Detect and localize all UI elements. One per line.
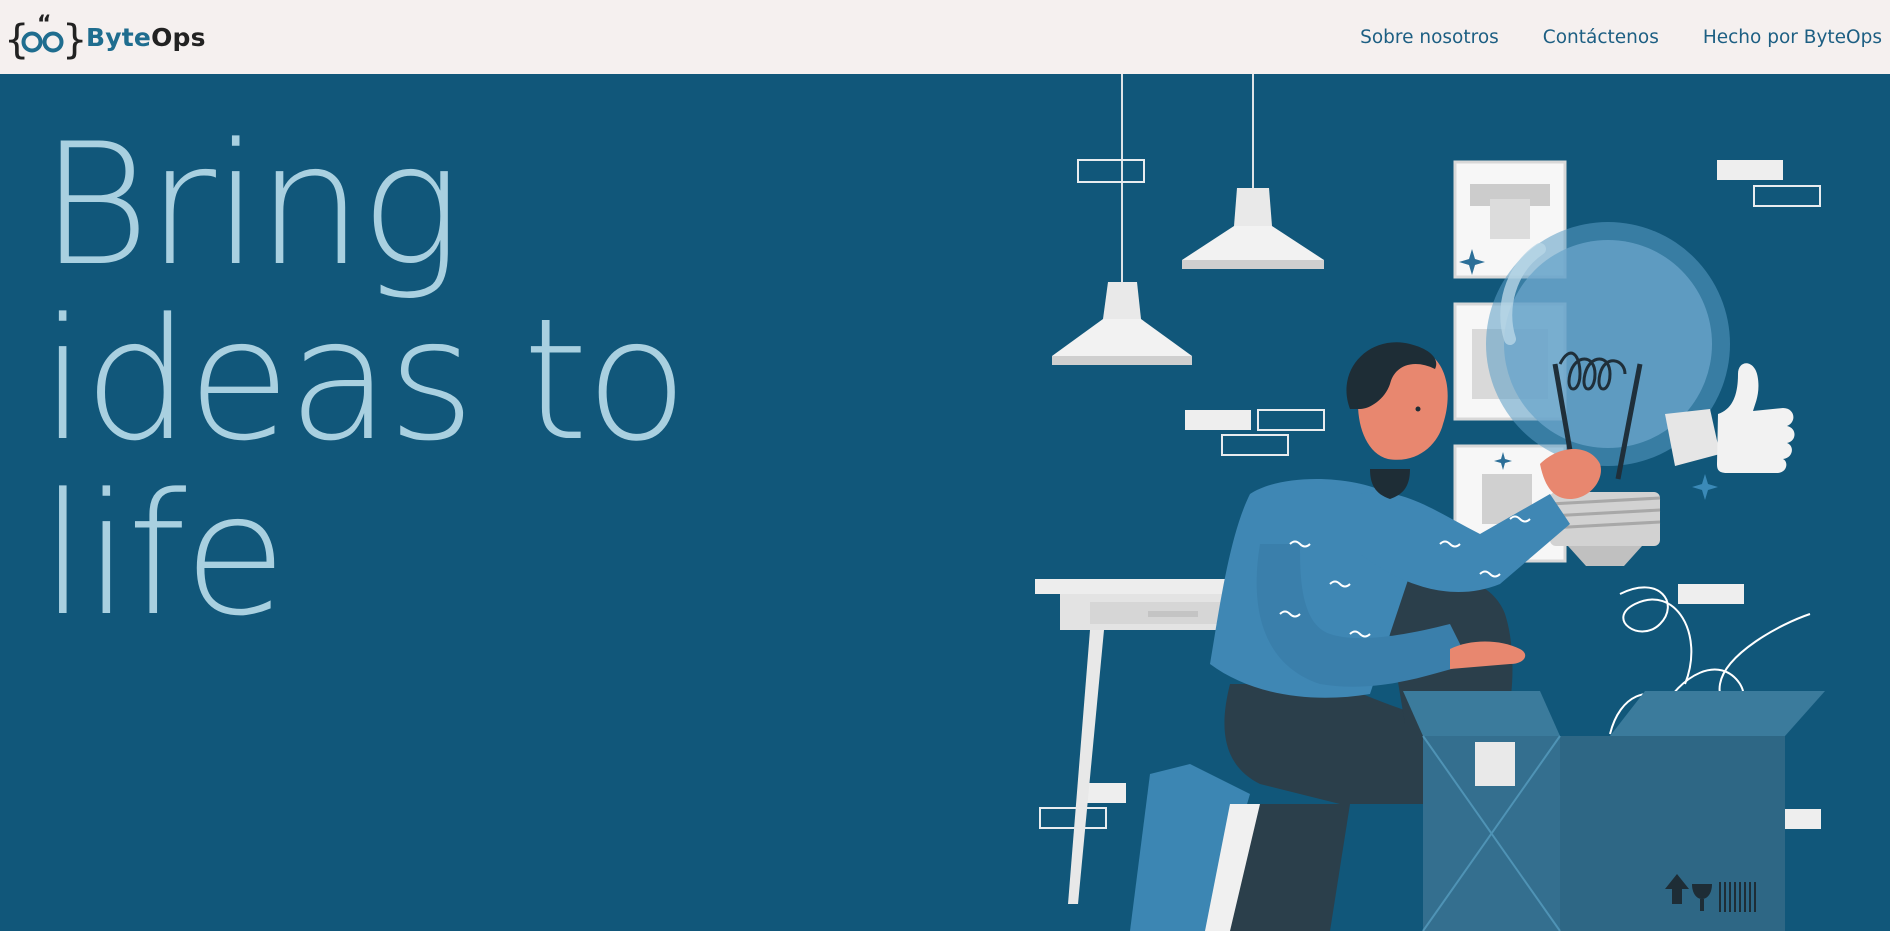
brand-logo-icon: { “ } bbox=[4, 12, 84, 63]
nav-link-contactenos[interactable]: Contáctenos bbox=[1543, 27, 1659, 48]
brand-name: ByteOps bbox=[86, 23, 206, 52]
hero-headline: Bring ideas to life bbox=[40, 107, 688, 653]
hero-section: Bring ideas to life bbox=[0, 74, 1890, 931]
nav-link-sobre-nosotros[interactable]: Sobre nosotros bbox=[1360, 27, 1499, 48]
svg-text:}: } bbox=[62, 17, 84, 63]
brand-name-ops: Ops bbox=[151, 22, 206, 52]
pendant-lamp-right bbox=[1182, 74, 1324, 269]
svg-text:“: “ bbox=[37, 12, 51, 37]
brand-name-byte: Byte bbox=[86, 22, 152, 52]
cardboard-box bbox=[1403, 691, 1825, 931]
pendant-lamp-left bbox=[1052, 74, 1192, 365]
brand-logo-link[interactable]: { “ } ByteOps bbox=[4, 0, 206, 74]
nav-link-hecho-por-byteops[interactable]: Hecho por ByteOps bbox=[1703, 27, 1882, 48]
person-holding-lightbulb-illustration bbox=[1035, 74, 1825, 931]
nav-links: Sobre nosotros Contáctenos Hecho por Byt… bbox=[1316, 27, 1882, 48]
top-navbar: { “ } ByteOps Sobre nosotros Contáctenos… bbox=[0, 0, 1890, 74]
